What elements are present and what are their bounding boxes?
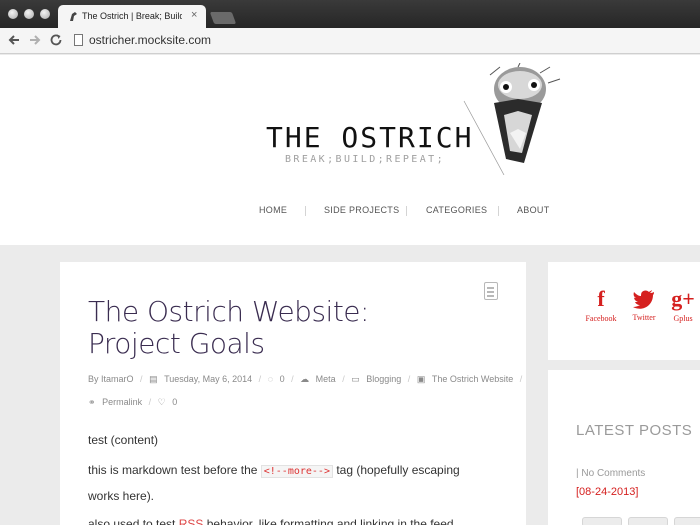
meta-separator: / <box>258 374 262 384</box>
nav-separator <box>305 206 306 216</box>
meta-separator: / <box>148 397 152 407</box>
post-meta-row-2: ⚭ Permalink / ♡ 0 <box>88 397 181 408</box>
gplus-label: Gplus <box>673 314 693 323</box>
like-count: 0 <box>172 397 178 407</box>
paragraph-text: this is markdown test before the <box>88 463 261 477</box>
meta-separator: / <box>407 374 411 384</box>
tag-chip[interactable] <box>628 517 668 525</box>
site-tagline: BREAK;BUILD;REPEAT; <box>285 154 445 165</box>
nav-categories[interactable]: CATEGORIES <box>426 205 487 215</box>
latest-post-comments[interactable]: | No Comments <box>576 468 645 479</box>
window-minimize-button[interactable] <box>24 9 34 19</box>
post-paragraph-3: also used to test RSS behavior, like for… <box>88 512 488 525</box>
rss-link[interactable]: RSS <box>179 517 204 525</box>
gplus-icon: g+ <box>671 286 695 311</box>
post-comment-count[interactable]: 0 <box>280 374 285 384</box>
address-bar[interactable]: ostricher.mocksite.com <box>89 33 211 47</box>
post-date: Tuesday, May 6, 2014 <box>164 374 253 384</box>
twitter-icon <box>633 290 654 309</box>
window-close-button[interactable] <box>8 9 18 19</box>
meta-separator: / <box>291 374 294 384</box>
back-arrow-icon[interactable] <box>7 33 21 47</box>
paragraph-text: behavior, like formatting and linking in… <box>203 517 464 525</box>
nav-separator <box>498 206 499 216</box>
site-header: THE OSTRICH BREAK;BUILD;REPEAT; HOME SID… <box>0 55 700 245</box>
ostrich-favicon-icon <box>70 12 77 21</box>
post-title[interactable]: The Ostrich Website: Project Goals <box>88 296 468 360</box>
social-links-widget: f Facebook Twitter g+ Gplus <box>548 262 700 360</box>
tab-title: The Ostrich | Break; Build; Repeat; <box>82 11 182 21</box>
page-icon <box>74 34 83 46</box>
nav-side-projects[interactable]: SIDE PROJECTS <box>324 205 399 215</box>
browser-titlebar: The Ostrich | Break; Build; Repeat; × <box>0 0 700 29</box>
latest-posts-widget: LATEST POSTS | No Comments [08-24-2013] <box>548 370 700 525</box>
tag-icon: ▭ <box>351 374 360 384</box>
post-meta-row-1: By ItamarO / ▤ Tuesday, May 6, 2014 / ◌ … <box>88 374 526 385</box>
gplus-link[interactable]: g+ Gplus <box>658 286 700 323</box>
paragraph-text: also used to test <box>88 517 179 525</box>
tab-close-icon[interactable]: × <box>191 9 197 21</box>
forward-arrow-icon[interactable] <box>28 33 42 47</box>
permalink-link[interactable]: Permalink <box>102 397 142 407</box>
meta-separator: / <box>140 374 143 384</box>
post-author[interactable]: By ItamarO <box>88 374 134 384</box>
latest-post-date: [08-24-2013] <box>576 486 639 498</box>
latest-posts-title: LATEST POSTS <box>576 422 693 439</box>
browser-toolbar: ostricher.mocksite.com <box>0 28 700 54</box>
tag-chip[interactable] <box>582 517 622 525</box>
more-tag-code: <!--more--> <box>260 465 333 478</box>
post-paragraph-1: test (content) <box>88 433 159 447</box>
nav-about[interactable]: ABOUT <box>517 205 550 215</box>
tag-chip[interactable] <box>674 517 700 525</box>
reload-icon[interactable] <box>49 33 63 47</box>
nav-home[interactable]: HOME <box>259 205 287 215</box>
book-icon: ▣ <box>416 374 426 384</box>
calendar-icon: ▤ <box>149 374 158 384</box>
heart-icon[interactable]: ♡ <box>158 397 166 408</box>
link-icon: ⚭ <box>88 397 96 407</box>
category-blogging-link[interactable]: Blogging <box>366 374 401 384</box>
cloud-icon: ☁ <box>300 374 310 384</box>
comment-icon: ◌ <box>267 374 274 384</box>
post-paragraph-2: this is markdown test before the <!--mor… <box>88 458 488 508</box>
main-navigation: HOME SIDE PROJECTS CATEGORIES ABOUT <box>0 205 700 221</box>
site-title[interactable]: THE OSTRICH <box>266 121 473 154</box>
meta-separator: / <box>342 374 345 384</box>
category-ostrich-website-link[interactable]: The Ostrich Website <box>432 374 513 384</box>
window-zoom-button[interactable] <box>40 9 50 19</box>
post-article: The Ostrich Website: Project Goals By It… <box>60 262 526 525</box>
category-meta-link[interactable]: Meta <box>316 374 336 384</box>
ostrich-logo-icon <box>463 63 561 175</box>
browser-tab[interactable]: The Ostrich | Break; Build; Repeat; × <box>58 5 206 29</box>
post-format-document-icon <box>484 282 498 300</box>
new-tab-button[interactable] <box>209 12 237 24</box>
nav-separator <box>406 206 407 216</box>
meta-separator: / <box>519 374 523 384</box>
